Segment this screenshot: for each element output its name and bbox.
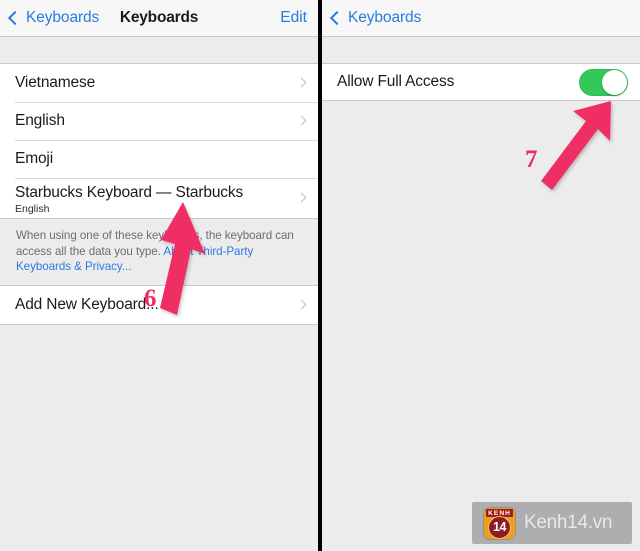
- row-text: Emoji: [15, 150, 53, 168]
- keyboard-row-starbucks[interactable]: Starbucks Keyboard — Starbucks English: [0, 178, 318, 218]
- screenshot-root: Keyboards Keyboards Edit Vietnamese Engl…: [0, 0, 640, 551]
- add-new-keyboard-row[interactable]: Add New Keyboard...: [0, 285, 318, 324]
- allow-full-access-toggle[interactable]: [579, 69, 628, 96]
- logo-number: 14: [493, 520, 506, 534]
- chevron-right-icon: [296, 192, 307, 203]
- watermark-site-text: Kenh14.vn: [524, 512, 613, 533]
- keyboard-language: English: [15, 203, 50, 215]
- back-button[interactable]: Keyboards: [329, 9, 422, 27]
- row-text: Add New Keyboard...: [15, 296, 159, 314]
- page-title: Keyboards: [119, 9, 199, 26]
- watermark: KENH 14 Kenh14.vn: [472, 502, 632, 544]
- add-keyboard-group: Add New Keyboard...: [0, 284, 318, 325]
- kenh14-logo-icon: KENH 14: [484, 507, 515, 539]
- keyboard-name: English: [15, 112, 65, 129]
- allow-full-access-label: Allow Full Access: [337, 73, 455, 90]
- add-new-keyboard-label: Add New Keyboard...: [15, 295, 159, 313]
- keyboard-name: Emoji: [15, 150, 54, 167]
- logo-circle: 14: [488, 515, 511, 539]
- chevron-right-icon: [296, 77, 307, 88]
- allow-full-access-row[interactable]: Allow Full Access: [322, 64, 640, 100]
- keyboard-name: Vietnamese: [15, 74, 96, 91]
- keyboards-list: Vietnamese English Emoji Starbucks Keybo…: [0, 63, 318, 219]
- annotation-number-7: 7: [525, 146, 538, 173]
- keyboard-name: Starbucks Keyboard — Starbucks: [15, 184, 244, 201]
- section-gap-top: [322, 37, 640, 63]
- chevron-right-icon: [296, 115, 307, 126]
- row-text: Allow Full Access: [337, 73, 454, 91]
- row-text: Starbucks Keyboard — Starbucks English: [15, 184, 243, 216]
- row-text: English: [15, 112, 65, 130]
- chevron-right-icon: [296, 299, 307, 309]
- section-gap-top: [0, 37, 318, 63]
- left-navigation-bar: Keyboards Keyboards Edit: [0, 0, 318, 37]
- full-access-group: Allow Full Access: [322, 63, 640, 101]
- keyboard-row-emoji[interactable]: Emoji: [0, 140, 318, 178]
- keyboard-row-english[interactable]: English: [0, 102, 318, 140]
- toggle-knob: [602, 70, 627, 95]
- annotation-arrow-7: [541, 101, 611, 190]
- row-text: Vietnamese: [15, 74, 95, 92]
- keyboard-row-vietnamese[interactable]: Vietnamese: [0, 64, 318, 102]
- left-phone-screen: Keyboards Keyboards Edit Vietnamese Engl…: [0, 0, 318, 551]
- back-button-label: Keyboards: [348, 9, 422, 26]
- right-phone-screen: Keyboards Allow Full Access 7: [322, 0, 640, 551]
- edit-button[interactable]: Edit: [280, 9, 307, 27]
- right-navigation-bar: Keyboards: [322, 0, 640, 37]
- privacy-footer-note: When using one of these keyboards, the k…: [0, 219, 318, 285]
- chevron-left-icon: [329, 10, 345, 26]
